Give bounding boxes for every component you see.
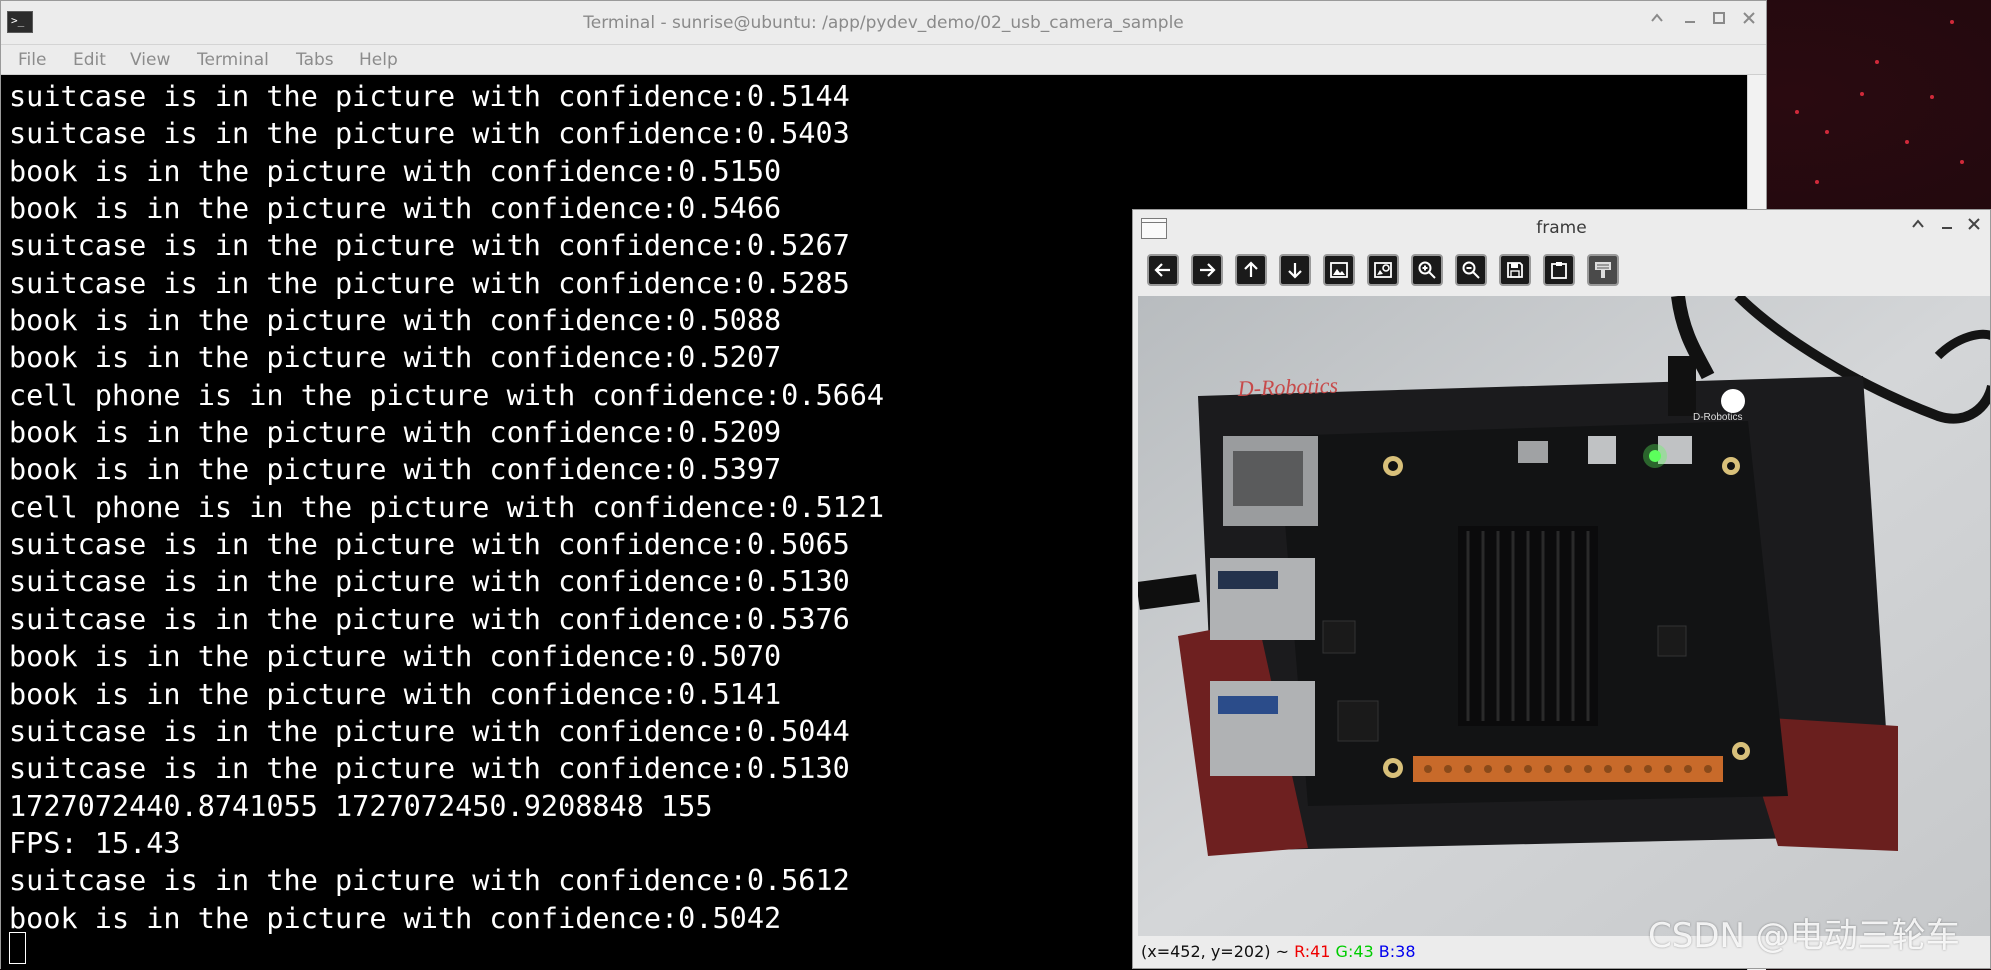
background-dot — [1815, 180, 1819, 184]
maximize-icon[interactable] — [1707, 9, 1731, 33]
background-dot — [1930, 95, 1934, 99]
menu-edit[interactable]: Edit — [73, 50, 106, 70]
terminal-menubar: File Edit View Terminal Tabs Help — [1, 45, 1766, 75]
terminal-line: suitcase is in the picture with confiden… — [9, 229, 850, 263]
close-icon[interactable] — [1737, 9, 1761, 33]
camera-scene: D-Robotics D-Robotics — [1138, 296, 1990, 937]
terminal-line: FPS: 15.43 — [9, 826, 181, 860]
terminal-title: Terminal - sunrise@ubuntu: /app/pydev_de… — [583, 13, 1184, 33]
zoom-in-icon[interactable] — [1411, 254, 1443, 286]
background-dot — [1860, 92, 1864, 96]
properties-icon[interactable] — [1587, 254, 1619, 286]
menu-terminal[interactable]: Terminal — [197, 50, 269, 70]
terminal-cursor — [9, 932, 26, 964]
pixel-green-value: G:43 — [1335, 942, 1374, 961]
menu-tabs[interactable]: Tabs — [296, 50, 334, 70]
terminal-line: book is in the picture with confidence:0… — [9, 453, 782, 487]
menu-file[interactable]: File — [18, 50, 46, 70]
clipboard-icon[interactable] — [1543, 254, 1575, 286]
terminal-lines: suitcase is in the picture with confiden… — [9, 78, 884, 937]
terminal-line: suitcase is in the picture with confiden… — [9, 528, 850, 562]
terminal-titlebar[interactable]: >_ Terminal - sunrise@ubuntu: /app/pydev… — [1, 1, 1766, 45]
image-settings-icon[interactable] — [1367, 254, 1399, 286]
background-dot — [1905, 140, 1909, 144]
terminal-line: book is in the picture with confidence:0… — [9, 154, 782, 188]
minimize-icon[interactable] — [1935, 215, 1959, 239]
menu-help[interactable]: Help — [359, 50, 398, 70]
menu-view[interactable]: View — [130, 50, 170, 70]
terminal-line: suitcase is in the picture with confiden… — [9, 864, 850, 898]
background-dot — [1950, 20, 1954, 24]
terminal-line: suitcase is in the picture with confiden… — [9, 565, 850, 599]
terminal-line: book is in the picture with confidence:0… — [9, 640, 782, 674]
frame-toolbar — [1133, 246, 1990, 296]
csdn-watermark: CSDN @电动三轮车 — [1648, 916, 1960, 956]
terminal-line: book is in the picture with confidence:0… — [9, 341, 782, 375]
save-icon[interactable] — [1499, 254, 1531, 286]
pixel-red-value: R:41 — [1294, 942, 1331, 961]
arrow-up-icon[interactable] — [1235, 254, 1267, 286]
camera-frame-image[interactable]: D-Robotics D-Robotics — [1138, 296, 1990, 937]
terminal-line: book is in the picture with confidence:0… — [9, 192, 782, 226]
arrow-right-icon[interactable] — [1191, 254, 1223, 286]
terminal-line: suitcase is in the picture with confiden… — [9, 80, 850, 113]
terminal-line: suitcase is in the picture with confiden… — [9, 752, 850, 786]
minimize-icon[interactable] — [1678, 9, 1702, 33]
terminal-line: book is in the picture with confidence:0… — [9, 416, 782, 450]
frame-title: frame — [1536, 218, 1587, 238]
terminal-line: suitcase is in the picture with confiden… — [9, 117, 850, 151]
frame-titlebar[interactable]: frame — [1133, 210, 1990, 246]
board-brand-label: D-Robotics — [1236, 373, 1338, 402]
pixel-blue-value: B:38 — [1378, 942, 1416, 961]
background-dot — [1960, 160, 1964, 164]
terminal-line: cell phone is in the picture with confid… — [9, 378, 885, 412]
keep-above-icon[interactable] — [1645, 9, 1669, 33]
pixel-coords: (x=452, y=202) ~ — [1141, 942, 1289, 961]
keep-above-icon[interactable] — [1906, 215, 1930, 239]
terminal-line: suitcase is in the picture with confiden… — [9, 266, 850, 300]
terminal-line: suitcase is in the picture with confiden… — [9, 602, 850, 636]
arrow-left-icon[interactable] — [1147, 254, 1179, 286]
terminal-line: book is in the picture with confidence:0… — [9, 677, 782, 711]
arrow-down-icon[interactable] — [1279, 254, 1311, 286]
background-dot — [1825, 130, 1829, 134]
board-brand-small-label: D-Robotics — [1693, 412, 1742, 423]
terminal-line: 1727072440.8741055 1727072450.9208848 15… — [9, 789, 713, 823]
zoom-out-icon[interactable] — [1455, 254, 1487, 286]
frame-window[interactable]: frame D-Robotics D-Robotics (x=452, y=20… — [1132, 209, 1991, 969]
close-icon[interactable] — [1962, 215, 1986, 239]
terminal-line: cell phone is in the picture with confid… — [9, 490, 885, 524]
terminal-line: book is in the picture with confidence:0… — [9, 304, 782, 338]
terminal-line: book is in the picture with confidence:0… — [9, 901, 782, 935]
terminal-line: suitcase is in the picture with confiden… — [9, 714, 850, 748]
background-dot — [1795, 110, 1799, 114]
image-icon[interactable] — [1323, 254, 1355, 286]
background-dot — [1875, 60, 1879, 64]
